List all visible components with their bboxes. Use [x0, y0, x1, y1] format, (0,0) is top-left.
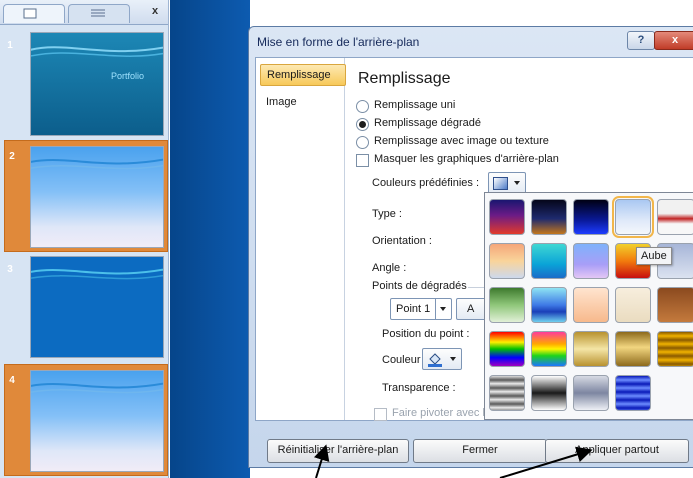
annotation-arrows [314, 444, 593, 478]
